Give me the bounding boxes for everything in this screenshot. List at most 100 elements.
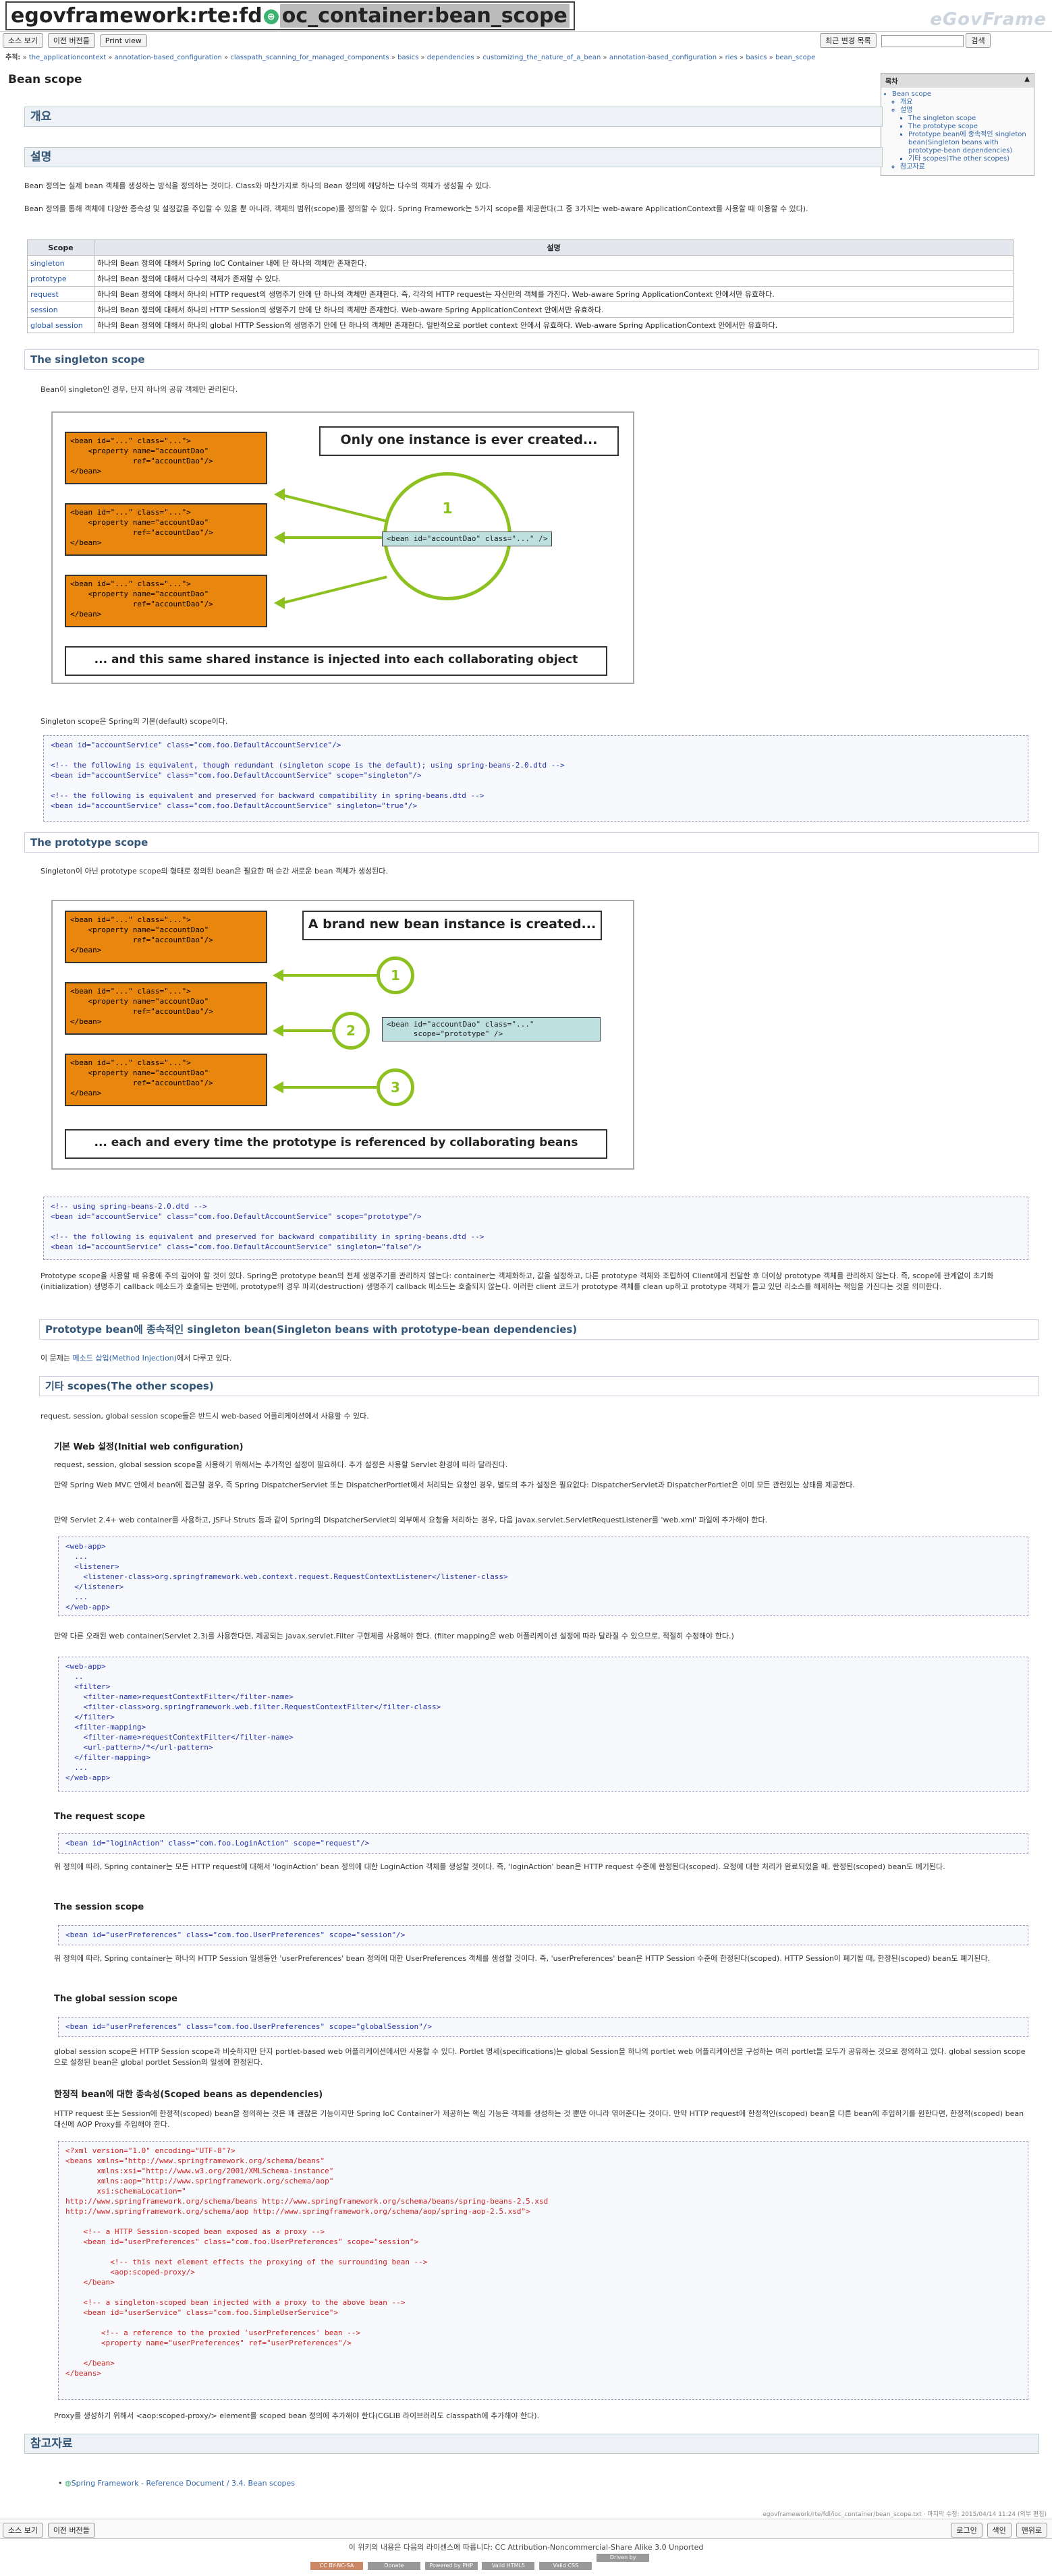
- arrow: [279, 1086, 377, 1089]
- table-row: prototype 하나의 Bean 정의에 대해서 다수의 객체가 존재할 수 …: [27, 270, 1014, 287]
- old-revisions-button[interactable]: 이전 버전들: [47, 33, 95, 48]
- breadcrumb-item[interactable]: dependencies: [427, 54, 474, 61]
- initial-web-heading: 기본 Web 설정(Initial web configuration): [54, 1442, 244, 1452]
- section-other: 기타 scopes(The other scopes): [39, 1376, 1039, 1396]
- badge[interactable]: Donate: [367, 2562, 420, 2570]
- prototype-number: 3: [391, 1079, 400, 1095]
- method-injection-link[interactable]: 메소드 삽입(Method Injection): [72, 1354, 177, 1363]
- code-filter: <web-app> .. <filter> <filter-name>reque…: [58, 1657, 1028, 1792]
- table-row: session 하나의 Bean 정의에 대해서 하나의 HTTP Session…: [27, 302, 1014, 318]
- back-to-top-button[interactable]: 맨위로: [1016, 2523, 1047, 2538]
- page-title: Bean scope: [8, 73, 82, 86]
- initial-web-4: 만약 다른 오래된 web container(Servlet 2.3)를 사용…: [54, 1632, 734, 1640]
- breadcrumb-item[interactable]: annotation-based_configuration: [115, 54, 222, 61]
- prototype-number: 1: [391, 967, 400, 983]
- bean-box: <bean id="..." class="..."> <property na…: [65, 432, 267, 484]
- footer-bar: 소스 보기 이전 버전들 로그인 색인 맨위로: [0, 2519, 1052, 2539]
- breadcrumb-item[interactable]: basics: [746, 54, 767, 61]
- index-button[interactable]: 색인: [987, 2523, 1012, 2538]
- toc-header[interactable]: 목차 ▲: [881, 74, 1034, 88]
- prototype-bottom-caption: ... each and every time the prototype is…: [65, 1129, 607, 1159]
- page-meta: egovframework/rte/fdl/ioc_container/bean…: [763, 2511, 1047, 2518]
- arrow: [281, 494, 387, 523]
- session-desc: 위 정의에 따라, Spring container는 하나의 HTTP Ses…: [54, 1954, 991, 1963]
- scope-table: Scope 설명 singleton 하나의 Bean 정의에 대해서 Spring…: [27, 239, 1014, 333]
- toc-toggle-icon[interactable]: ▲: [1024, 76, 1030, 83]
- toc-item[interactable]: 설명: [900, 107, 1034, 115]
- table-row: singleton 하나의 Bean 정의에 대해서 Spring IoC Con…: [27, 255, 1014, 271]
- bean-box: <bean id="..." class="..."> <property na…: [65, 575, 267, 627]
- toc-item[interactable]: Prototype bean에 종속적인 singleton bean(Sing…: [908, 131, 1034, 155]
- view-source-button[interactable]: 소스 보기: [3, 2523, 43, 2538]
- egovframe-logo[interactable]: eGovFrame: [930, 9, 1047, 30]
- breadcrumb-item[interactable]: basics: [397, 54, 418, 61]
- scope-desc: 하나의 Bean 정의에 대해서 하나의 global HTTP Session…: [94, 317, 1014, 333]
- table-of-contents: 목차 ▲ Bean scope 개요 설명 The singleton scope…: [881, 73, 1034, 176]
- desc-paragraph-1: Bean 정의는 실제 bean 객체를 생성하는 방식을 정의하는 것이다. …: [24, 181, 491, 190]
- global-desc: global session scope은 HTTP Session scope…: [54, 2047, 1026, 2067]
- toc-item[interactable]: The singleton scope: [908, 115, 1034, 123]
- toc-item[interactable]: 개요: [900, 98, 1034, 107]
- singleton-number: 1: [442, 500, 453, 517]
- singleton-diagram: <bean id="..." class="..."> <property na…: [51, 411, 634, 684]
- badge[interactable]: Valid CSS: [539, 2562, 592, 2570]
- prototype-diagram: <bean id="..." class="..."> <property na…: [51, 900, 634, 1170]
- breadcrumb-item[interactable]: bean_scope: [775, 54, 815, 61]
- recent-changes-button[interactable]: 최근 변경 목록: [820, 33, 877, 48]
- site-actions: 최근 변경 목록 검색: [820, 33, 993, 48]
- prototype-circle: 3: [377, 1068, 414, 1106]
- search-button[interactable]: 검색: [966, 33, 991, 48]
- initial-web-3: 만약 Servlet 2.4+ web container를 사용하고, JSF…: [54, 1516, 768, 1524]
- page-actions: 소스 보기 이전 버전들 Print view: [3, 33, 149, 48]
- bean-box: <bean id="..." class="..."> <property na…: [65, 503, 267, 556]
- breadcrumb-item[interactable]: classpath_scanning_for_managed_component…: [230, 54, 389, 61]
- request-scope-heading: The request scope: [54, 1812, 146, 1822]
- code-global: <bean id="userPreferences" class="com.fo…: [58, 2017, 1028, 2037]
- singleton-top-caption: Only one instance is ever created...: [319, 426, 619, 456]
- arrow: [282, 536, 382, 539]
- table-header: Scope: [27, 239, 94, 256]
- bean-box: <bean id="..." class="..."> <property na…: [65, 982, 267, 1035]
- bean-box: <bean id="..." class="..."> <property na…: [65, 1054, 267, 1106]
- breadcrumb-item[interactable]: customizing_the_nature_of_a_bean: [482, 54, 601, 61]
- old-revisions-button[interactable]: 이전 버전들: [47, 2523, 95, 2538]
- ref-list-item: • ◍Spring Framework - Reference Document…: [58, 2479, 296, 2488]
- scope-name: request: [27, 286, 94, 302]
- scope-desc: 하나의 Bean 정의에 대해서 하나의 HTTP Session의 생명주기 …: [94, 302, 1014, 318]
- scope-name: session: [27, 302, 94, 318]
- badge[interactable]: Powered by PHP: [424, 2562, 478, 2570]
- prototype-desc: Prototype scope을 사용할 때 유용에 주의 깊어야 할 것이 있…: [40, 1271, 994, 1291]
- arrowhead: [273, 1025, 283, 1037]
- toc-item[interactable]: The prototype scope: [908, 123, 1034, 131]
- page-id[interactable]: egovframework:rte:fd ⊕ oc_container:bean_s…: [5, 1, 575, 30]
- page-id-suffix: oc_container:bean_scope: [279, 4, 570, 28]
- toc-item[interactable]: 참고자료: [900, 163, 1034, 171]
- search-input[interactable]: [881, 34, 964, 47]
- ref-link[interactable]: Spring Framework - Reference Document / …: [72, 2479, 295, 2488]
- breadcrumb-item[interactable]: the_applicationcontext: [29, 54, 106, 61]
- badge[interactable]: Driven by DokuWiki: [597, 2554, 650, 2569]
- prototype-top-caption: A brand new bean instance is created...: [302, 911, 602, 940]
- session-scope-heading: The session scope: [54, 1902, 144, 1912]
- breadcrumb-item[interactable]: ries: [725, 54, 738, 61]
- toc-item[interactable]: 기타 scopes(The other scopes): [908, 155, 1034, 163]
- scope-name: singleton: [27, 255, 94, 271]
- login-button[interactable]: 로그인: [951, 2523, 982, 2538]
- toc-item[interactable]: Bean scope: [892, 90, 1034, 98]
- badge[interactable]: CC BY-NC-SA: [310, 2562, 363, 2570]
- code-aop: <?xml version="1.0" encoding="UTF-8"?> <…: [58, 2141, 1028, 2400]
- print-view-button[interactable]: Print view: [99, 34, 147, 47]
- badges: CC BY-NC-SA Donate Powered by PHP Valid …: [310, 2554, 651, 2570]
- section-singleton: The singleton scope: [24, 349, 1039, 370]
- breadcrumb-item[interactable]: annotation-based_configuration: [609, 54, 717, 61]
- view-source-button[interactable]: 소스 보기: [3, 33, 43, 48]
- arrowhead: [274, 488, 285, 500]
- scope-desc: 하나의 Bean 정의에 대해서 Spring IoC Container 내에…: [94, 255, 1014, 271]
- arrow: [279, 1029, 332, 1032]
- arrowhead: [273, 969, 283, 981]
- section-prototype: The prototype scope: [24, 832, 1039, 853]
- section-refs: 참고자료: [24, 2434, 1039, 2454]
- scope-desc: 하나의 Bean 정의에 대해서 다수의 객체가 존재할 수 있다.: [94, 270, 1014, 287]
- proxy-note: Proxy를 생성하기 위해서 <aop:scoped-proxy/> elem…: [54, 2411, 540, 2420]
- badge[interactable]: Valid HTML5: [482, 2562, 535, 2570]
